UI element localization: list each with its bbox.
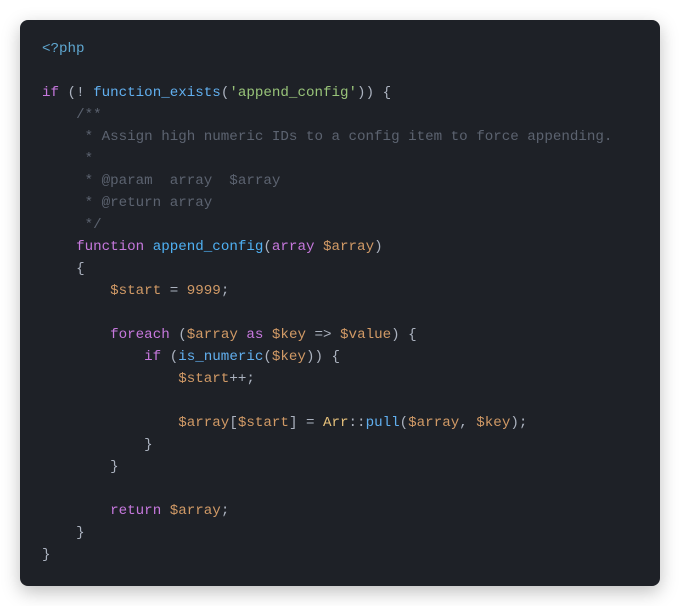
arrow: => [315,327,332,343]
comma: , [459,415,468,431]
pp: ++ [229,371,246,387]
var-array-3: $array [408,415,459,431]
var-key2: $key [272,349,306,365]
paren-open3: ( [263,239,272,255]
num-9999: 9999 [187,283,221,299]
var-array-param: $array [323,239,374,255]
doc2: * Assign high numeric IDs to a config it… [76,129,612,145]
fn-function-exists: function_exists [93,85,221,101]
php-open-tag: <?php [42,41,85,57]
fn-def-name: append_config [153,239,264,255]
var-start3: $start [238,415,289,431]
paren-open5: ( [170,349,179,365]
var-key3: $key [476,415,510,431]
paren-close5: ) [314,349,323,365]
fn-pull: pull [366,415,400,431]
paren-open6: ( [263,349,272,365]
var-array-2: $array [178,415,229,431]
doc3: * [76,151,93,167]
eq2: = [306,415,315,431]
lbrack: [ [229,415,238,431]
paren-close: ) [366,85,375,101]
paren-open7: ( [400,415,409,431]
brace-open4: { [332,349,341,365]
paren-close2: ) [357,85,366,101]
fn-is-numeric: is_numeric [178,349,263,365]
var-start: $start [110,283,161,299]
kw-function: function [76,239,144,255]
brace-open2: { [76,261,85,277]
brace-open: { [383,85,392,101]
brace-close4: } [144,437,153,453]
paren-close3: ) [374,239,383,255]
code-block: <?php if (! function_exists ( 'append_conf… [20,20,660,586]
doc4: * @param array $array [76,173,280,189]
var-start2: $start [178,371,229,387]
paren-open: ( [68,85,77,101]
brace-open3: { [408,327,417,343]
dblcolon: :: [349,415,366,431]
paren-close7: ) [510,415,519,431]
paren-open4: ( [178,327,187,343]
brace-close3: } [110,459,119,475]
kw-return: return [110,503,161,519]
brace-close2: } [76,525,85,541]
var-array-1: $array [187,327,238,343]
kw-if2: if [144,349,161,365]
var-array-4: $array [170,503,221,519]
cls-arr: Arr [323,415,349,431]
doc1: /** [76,107,102,123]
eq: = [170,283,179,299]
doc5: * @return array [76,195,212,211]
str-append-config: 'append_config' [229,85,357,101]
type-array: array [272,239,315,255]
var-value: $value [340,327,391,343]
kw-if: if [42,85,59,101]
doc6: */ [76,217,102,233]
semi3: ; [519,415,528,431]
semi2: ; [246,371,255,387]
not-op: ! [76,85,85,101]
paren-close4: ) [391,327,400,343]
kw-as: as [246,327,263,343]
brace-close1: } [42,547,51,563]
rbrack: ] [289,415,298,431]
semi1: ; [221,283,230,299]
kw-foreach: foreach [110,327,170,343]
semi4: ; [221,503,230,519]
var-key: $key [272,327,306,343]
